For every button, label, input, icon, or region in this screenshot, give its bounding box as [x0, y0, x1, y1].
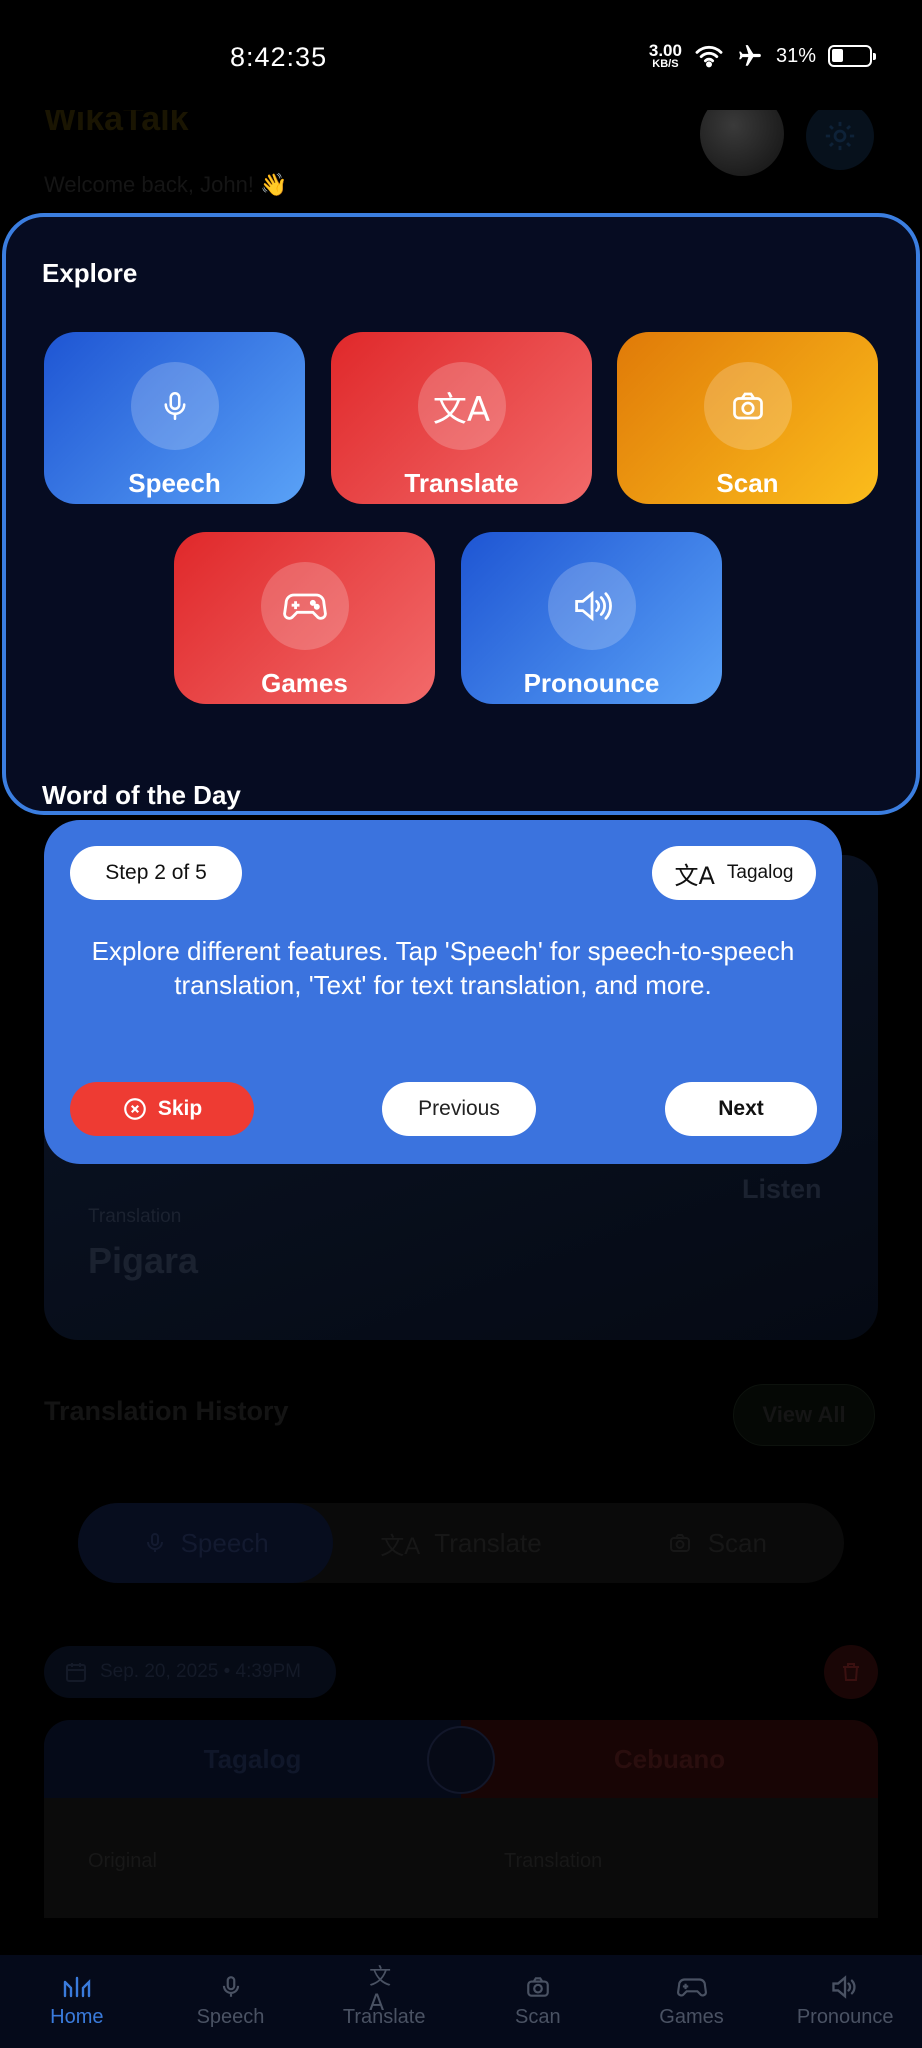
nav-games[interactable]: Games — [615, 1955, 769, 2048]
nav-label: Pronounce — [796, 2006, 894, 2028]
calendar-icon — [66, 1663, 86, 1682]
target-language: Cebuano — [461, 1720, 878, 1798]
mic-icon — [222, 1976, 239, 1997]
nav-translate[interactable]: 文A Translate — [307, 1955, 461, 2048]
translate-icon: 文A — [369, 1964, 392, 2016]
speaker-icon — [547, 562, 636, 650]
nav-label: Home — [50, 2006, 104, 2028]
translate-icon: 文A — [674, 861, 715, 890]
net-speed-unit: KB/S — [652, 58, 679, 70]
view-all-button[interactable]: View All — [733, 1384, 875, 1446]
status-icons: 3.00 KB/S 31% — [649, 42, 876, 70]
gamepad-icon — [260, 562, 349, 650]
tour-language-label: Tagalog — [726, 862, 794, 883]
camera-icon — [703, 362, 792, 450]
history-tab-label: Translate — [434, 1527, 542, 1558]
status-bar: 8:42:35 3.00 KB/S 31% — [0, 0, 922, 110]
gamepad-icon — [676, 1978, 707, 1997]
translation-label: Translation — [504, 1850, 603, 1872]
explore-speech-button[interactable]: Speech — [44, 332, 305, 504]
mic-icon — [146, 1533, 163, 1552]
wod-translation-label: Translation — [88, 1206, 182, 1227]
network-speed: 3.00 KB/S — [649, 42, 682, 70]
history-date: Sep. 20, 2025 • 4:39PM — [100, 1661, 302, 1682]
wifi-icon — [695, 45, 723, 68]
welcome-text: Welcome back, John! 👋 — [44, 172, 288, 197]
tutorial-popover: Step 2 of 5 文A Tagalog Explore different… — [44, 820, 842, 1164]
battery-icon — [828, 45, 876, 67]
nav-label: Translate — [342, 2006, 426, 2028]
home-icon — [63, 1976, 91, 1998]
translate-icon: 文A — [380, 1532, 421, 1560]
tutorial-message: Explore different features. Tap 'Speech'… — [91, 936, 795, 1000]
previous-button[interactable]: Previous — [382, 1082, 536, 1136]
history-tab-speech[interactable]: Speech — [78, 1503, 334, 1583]
next-button[interactable]: Next — [665, 1082, 817, 1136]
gear-icon — [825, 121, 855, 151]
nav-scan[interactable]: Scan — [461, 1955, 615, 2048]
tour-language-button[interactable]: 文A Tagalog — [652, 846, 816, 900]
step-indicator: Step 2 of 5 — [70, 846, 242, 900]
nav-label: Speech — [196, 2006, 265, 2028]
tile-label: Scan — [716, 468, 779, 498]
airplane-icon — [739, 45, 761, 66]
explore-translate-button[interactable]: 文A Translate — [331, 332, 592, 504]
source-language: Tagalog — [44, 1720, 461, 1798]
nav-label: Scan — [515, 2006, 561, 2028]
date-chip: Sep. 20, 2025 • 4:39PM — [44, 1646, 336, 1698]
skip-button[interactable]: Skip — [70, 1082, 254, 1136]
camera-icon — [669, 1534, 690, 1552]
nav-home[interactable]: Home — [0, 1955, 154, 2048]
translate-icon: 文A — [417, 362, 506, 450]
speaker-icon — [832, 1975, 856, 1999]
history-title: Translation History — [44, 1396, 289, 1426]
swap-icon — [427, 1726, 495, 1794]
history-tab-scan[interactable]: Scan — [589, 1503, 844, 1583]
history-tab-translate[interactable]: 文A Translate — [333, 1503, 588, 1583]
tile-label: Speech — [128, 468, 221, 498]
explore-title: Explore — [42, 258, 138, 288]
bottom-nav: Home Speech 文A Translate Scan Games Pron… — [0, 1955, 922, 2048]
tile-label: Translate — [404, 468, 519, 498]
net-speed-value: 3.00 — [648, 41, 682, 60]
mic-icon — [130, 362, 219, 450]
close-circle-icon — [123, 1098, 146, 1120]
listen-button[interactable]: Listen — [742, 1174, 822, 1205]
explore-scan-button[interactable]: Scan — [617, 332, 878, 504]
explore-highlight — [2, 213, 920, 815]
history-tabs: Speech 文A Translate Scan — [78, 1503, 844, 1583]
nav-label: Games — [659, 2006, 724, 2028]
wod-translation-value: Pigara — [88, 1240, 199, 1281]
explore-pronounce-button[interactable]: Pronounce — [461, 532, 722, 704]
battery-percent: 31% — [775, 44, 816, 67]
history-tab-label: Speech — [180, 1527, 269, 1558]
history-card[interactable]: Tagalog Cebuano Original Translation — [44, 1720, 878, 1918]
tile-label: Games — [261, 668, 348, 698]
trash-icon — [843, 1663, 859, 1681]
nav-pronounce[interactable]: Pronounce — [768, 1955, 922, 2048]
settings-button[interactable] — [806, 102, 874, 170]
delete-button[interactable] — [824, 1645, 878, 1699]
nav-speech[interactable]: Speech — [154, 1955, 308, 2048]
tile-label: Pronounce — [523, 668, 660, 698]
skip-label: Skip — [157, 1097, 203, 1120]
original-label: Original — [88, 1850, 157, 1872]
battery-fill — [832, 49, 843, 62]
history-tab-label: Scan — [707, 1527, 767, 1558]
camera-icon — [527, 1977, 549, 1997]
status-time: 8:42:35 — [230, 42, 328, 72]
explore-games-button[interactable]: Games — [174, 532, 435, 704]
word-of-day-title: Word of the Day — [42, 780, 241, 810]
